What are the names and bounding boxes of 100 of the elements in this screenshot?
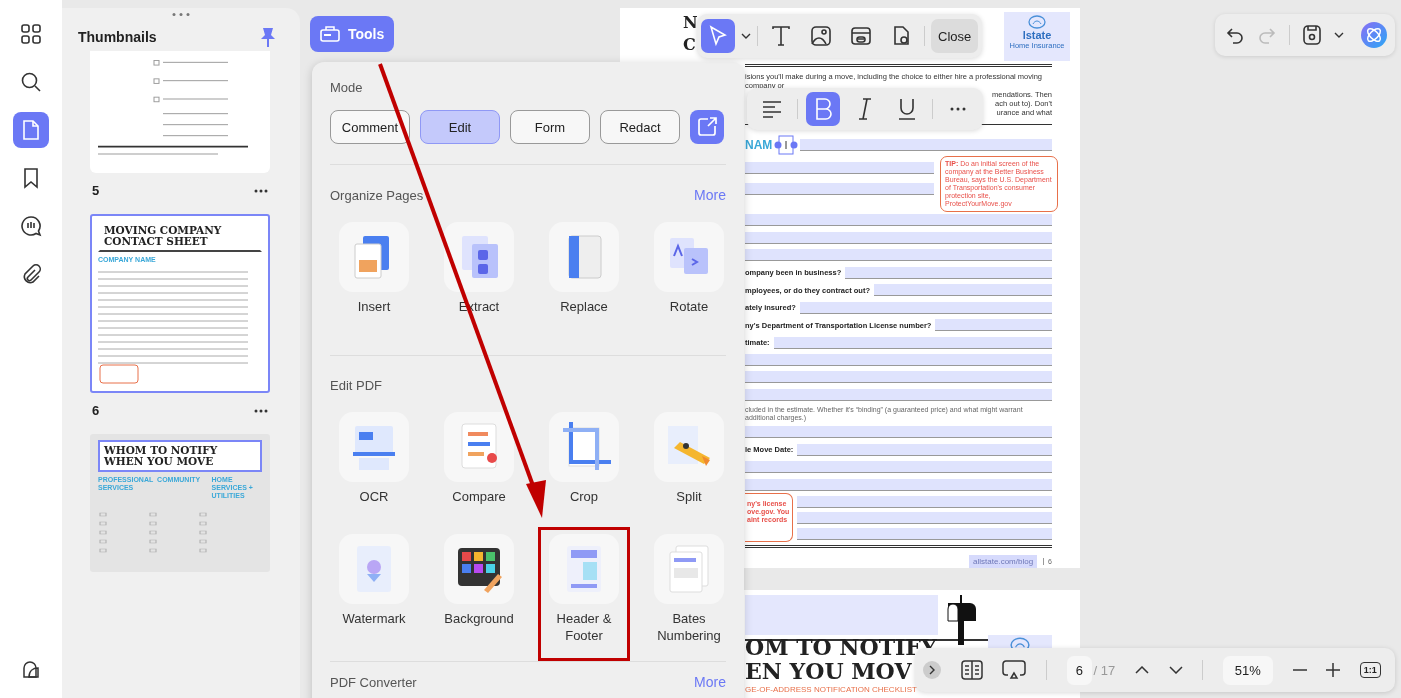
more-icon[interactable] [254, 188, 268, 193]
page-number: 6 [92, 403, 100, 418]
section-title: Mode [330, 80, 364, 95]
reading-mode-icon[interactable] [960, 660, 983, 680]
actual-size-button[interactable]: 1:1 [1359, 662, 1381, 678]
image-icon [809, 24, 833, 48]
assistant-logo-icon[interactable] [1361, 22, 1387, 48]
form-field[interactable] [745, 461, 1052, 474]
form-field[interactable] [773, 336, 1052, 349]
form-field[interactable] [799, 301, 1052, 314]
palette-grid-icon [444, 534, 514, 604]
presentation-icon[interactable] [1002, 660, 1027, 680]
mode-button[interactable]: Form [510, 110, 590, 144]
more-icon[interactable] [254, 408, 268, 413]
form-field[interactable] [797, 495, 1052, 508]
form-field[interactable] [800, 138, 1052, 151]
numbered-pages-icon [654, 534, 724, 604]
form-field[interactable] [745, 249, 1052, 262]
tool-button[interactable]: OCR [328, 405, 420, 527]
close-button[interactable]: Close [931, 19, 979, 53]
tool-button[interactable]: Bates Numbering [643, 527, 735, 661]
mode-button[interactable]: Comment [330, 110, 410, 144]
form-field[interactable] [745, 231, 1052, 244]
form-field[interactable] [797, 511, 1052, 524]
section-title: Organize Pages [330, 187, 424, 203]
chevron-right-icon [928, 665, 936, 675]
next-page-icon[interactable] [1168, 666, 1183, 674]
page-count: / 17 [1093, 662, 1116, 678]
page-heading: EN YOU MOV [745, 659, 912, 683]
form-field[interactable] [745, 388, 1052, 401]
undo-button[interactable] [1225, 25, 1245, 45]
bold-button[interactable] [806, 92, 840, 126]
zoom-in-icon[interactable] [1326, 663, 1341, 677]
checkbox-pages-icon [444, 222, 514, 292]
thumbnail-heading: CONTACT SHEET [104, 236, 209, 247]
text-icon [769, 24, 793, 48]
tool-button[interactable]: Header & Footer [538, 527, 630, 661]
title-fragment: N [683, 12, 698, 34]
form-field[interactable] [845, 266, 1052, 279]
logo-icon [1028, 15, 1046, 29]
tool-button[interactable]: Split [643, 405, 735, 527]
form-field[interactable] [874, 284, 1052, 297]
page-thumbnail[interactable] [90, 51, 270, 173]
tool-button[interactable]: Rotate [643, 215, 735, 335]
cutter-icon [654, 412, 724, 482]
form-field[interactable] [745, 182, 934, 195]
tool-button[interactable]: Compare [433, 405, 525, 527]
section-heading: NAM [745, 137, 773, 152]
page-number-field[interactable]: 6 [1066, 655, 1092, 685]
page-number: 5 [92, 183, 100, 198]
form-field[interactable] [935, 319, 1052, 332]
drag-handle-icon[interactable] [172, 12, 190, 17]
form-field[interactable] [797, 527, 1052, 540]
document-icon [549, 222, 619, 292]
search-icon [20, 71, 42, 93]
grid-icon [20, 23, 42, 45]
more-icon [950, 107, 966, 111]
mailbox-icon [944, 595, 978, 645]
caret-icon[interactable] [1334, 32, 1344, 38]
form-field[interactable] [797, 443, 1052, 456]
pin-icon[interactable] [260, 27, 276, 47]
page-icon [20, 119, 42, 141]
form-field[interactable] [745, 478, 1052, 491]
caret-icon[interactable] [741, 33, 751, 39]
theme-icon[interactable] [21, 660, 41, 680]
form-field[interactable] [745, 426, 1052, 439]
tool-button[interactable]: Insert [328, 215, 420, 335]
form-field[interactable] [745, 353, 1052, 366]
expand-button[interactable] [923, 661, 941, 679]
tools-button[interactable]: Tools [310, 16, 395, 52]
rail-pages-button[interactable] [13, 112, 49, 148]
section-title: Edit PDF [330, 378, 382, 393]
open-external-button[interactable] [690, 110, 724, 144]
page-subheading: GE-OF-ADDRESS NOTIFICATION CHECKLIST [745, 685, 917, 694]
form-field[interactable] [745, 161, 934, 174]
layout-document-icon [549, 534, 619, 604]
crop-ruler-icon [549, 412, 619, 482]
tool-button[interactable]: Watermark [328, 527, 420, 661]
zoom-level-field[interactable]: 51% [1222, 655, 1273, 685]
tool-button[interactable]: Background [433, 527, 525, 661]
undo-icon [1225, 25, 1245, 45]
thumbnail-heading: MOVING COMPANY [104, 225, 223, 236]
document-stack-icon [339, 222, 409, 292]
form-field[interactable] [745, 214, 1052, 227]
redo-icon [1257, 25, 1277, 45]
mode-button[interactable]: Edit [420, 110, 500, 144]
previous-page-icon[interactable] [1134, 666, 1149, 674]
document-pin-icon [444, 412, 514, 482]
tool-button[interactable]: Crop [538, 405, 630, 527]
mode-button[interactable]: Redact [600, 110, 680, 144]
flower-document-icon [339, 534, 409, 604]
link-icon [849, 24, 873, 48]
letter-pages-icon [654, 222, 724, 292]
tool-button[interactable]: Replace [538, 215, 630, 335]
text-cursor-icon [774, 133, 799, 156]
pointer-tool-button[interactable] [701, 19, 735, 53]
open-external-icon [696, 116, 718, 138]
scan-document-icon [339, 412, 409, 482]
save-button[interactable] [1302, 24, 1322, 46]
form-field[interactable] [745, 371, 1052, 384]
